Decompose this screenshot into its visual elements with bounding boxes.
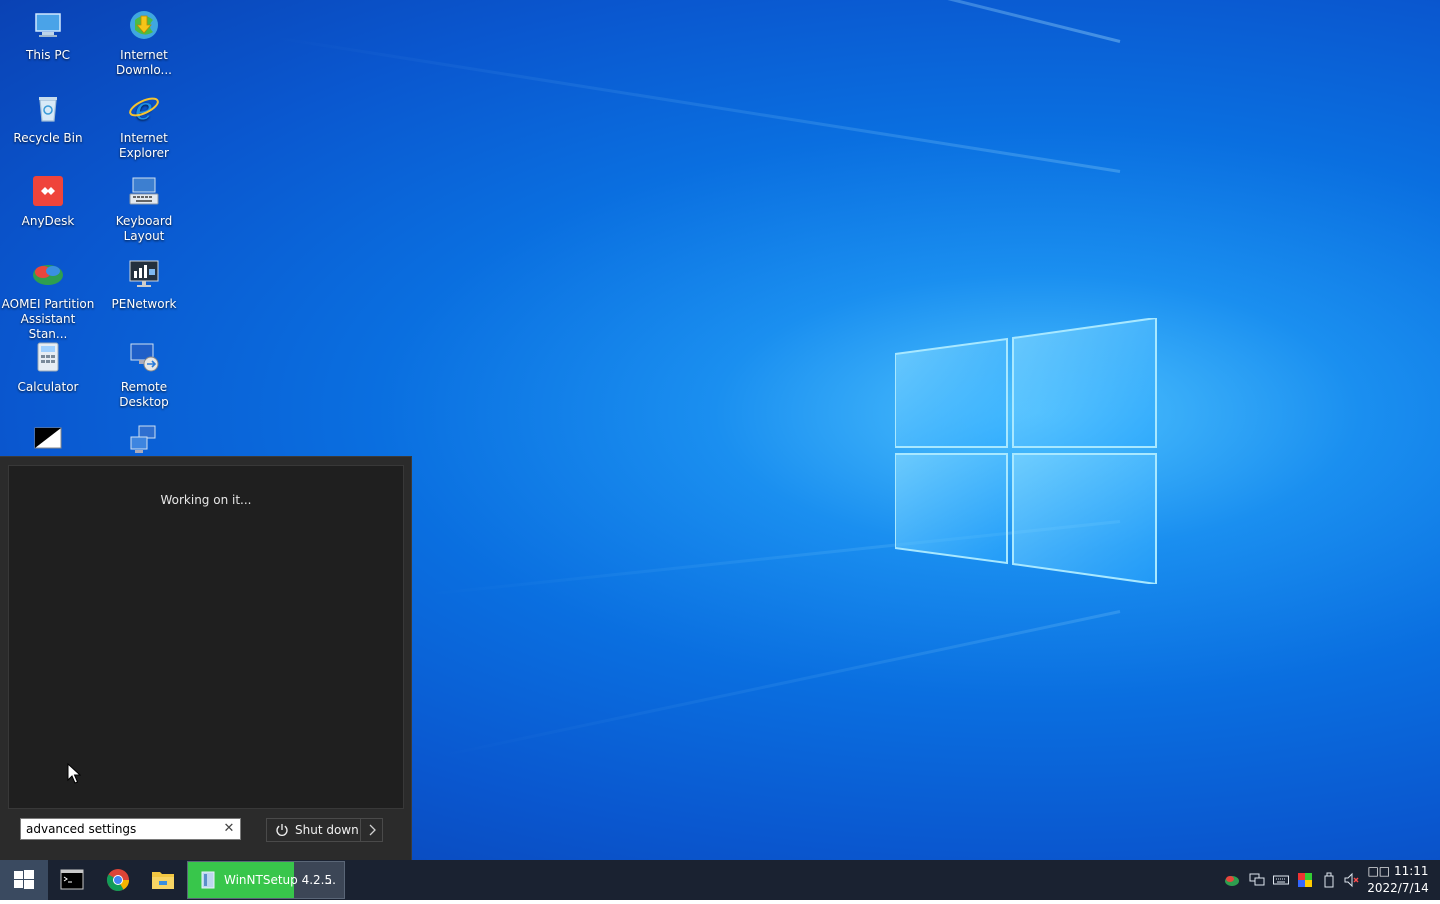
svg-text:e: e xyxy=(135,92,153,125)
taskbar-chrome[interactable] xyxy=(96,860,140,900)
penetwork-icon xyxy=(129,260,159,287)
desktop-icon-keyboard-layout[interactable]: Keyboard Layout xyxy=(96,170,192,244)
clear-search-icon[interactable]: ✕ xyxy=(222,821,236,837)
windows-start-icon xyxy=(14,870,34,889)
desktop-icon-calculator[interactable]: Calculator xyxy=(0,336,96,395)
desktop-icon-label: Remote Desktop xyxy=(119,380,169,409)
shutdown-label: Shut down xyxy=(295,823,359,837)
chrome-icon xyxy=(107,869,129,891)
command-prompt-icon xyxy=(60,869,84,890)
search-results-panel: Working on it... xyxy=(8,465,404,809)
keyboard-layout-icon xyxy=(129,177,159,205)
start-menu: Working on it... ✕ Shut down xyxy=(0,456,412,861)
desktop-icon-label: Internet Explorer xyxy=(119,131,169,160)
clock-time: □□ 11:11 xyxy=(1367,864,1429,878)
winntsetup-icon xyxy=(201,871,215,889)
light-ray xyxy=(270,35,1121,173)
desktop-icon-label: Internet Downlo... xyxy=(116,48,172,77)
taskbar-winntsetup[interactable]: WinNTSetup 4.2.5 ... xyxy=(187,861,345,899)
taskbar-command-prompt[interactable] xyxy=(50,860,94,900)
anydesk-icon xyxy=(33,176,63,206)
aomei-partition-icon xyxy=(33,265,63,285)
windows-logo-wallpaper-icon xyxy=(895,318,1157,584)
chevron-right-icon xyxy=(369,824,376,836)
tray-color-icon[interactable] xyxy=(1297,872,1313,888)
calculator-icon xyxy=(37,342,59,372)
internet-download-manager-icon xyxy=(130,11,158,39)
light-ray xyxy=(434,610,1121,759)
shutdown-button[interactable]: Shut down xyxy=(267,819,360,841)
desktop-icon-penetwork[interactable]: PENetwork xyxy=(96,253,192,312)
desktop-icon-recycle-bin[interactable]: Recycle Bin xyxy=(0,87,96,146)
start-button[interactable] xyxy=(0,860,48,900)
desktop-icon-internet-explorer[interactable]: e Internet Explorer xyxy=(96,87,192,161)
tray-usb-icon[interactable] xyxy=(1321,872,1337,888)
desktop-icon-anydesk[interactable]: AnyDesk xyxy=(0,170,96,229)
power-icon xyxy=(276,824,288,836)
search-status-text: Working on it... xyxy=(160,493,252,507)
tray-volume-muted-icon[interactable] xyxy=(1344,872,1360,888)
desktop-icon-label: Recycle Bin xyxy=(13,131,83,145)
folder-icon xyxy=(152,872,174,889)
task-more: ... xyxy=(324,873,336,887)
shutdown-options-button[interactable] xyxy=(360,819,383,841)
tray-globe-icon[interactable] xyxy=(1224,872,1240,888)
light-ray xyxy=(246,0,1121,43)
recycle-bin-icon xyxy=(39,97,57,122)
desktop-icon-aomei[interactable]: AOMEI Partition Assistant Stan... xyxy=(0,253,96,342)
search-input[interactable] xyxy=(26,821,216,837)
desktop-icon-label: PENetwork xyxy=(111,297,177,311)
internet-explorer-icon: e xyxy=(129,92,159,127)
tray-keyboard-icon[interactable] xyxy=(1273,872,1289,888)
start-search-box[interactable]: ✕ xyxy=(20,818,241,840)
tray-network-icon[interactable] xyxy=(1249,872,1265,888)
remote-desktop-icon xyxy=(130,343,159,372)
taskbar: WinNTSetup 4.2.5 ... □□ 11:11 2022/7/14 xyxy=(0,860,1440,900)
desktop-icon-label: This PC xyxy=(26,48,70,62)
taskbar-file-explorer[interactable] xyxy=(141,860,185,900)
task-label: WinNTSetup 4.2.5 xyxy=(224,873,333,887)
mouse-cursor-icon xyxy=(67,763,81,784)
system-clock[interactable]: □□ 11:11 2022/7/14 xyxy=(1366,863,1430,897)
shutdown-button-group: Shut down xyxy=(266,818,383,842)
desktop-icon-this-pc[interactable]: This PC xyxy=(0,4,96,63)
network-computers-icon xyxy=(130,425,156,453)
clock-date: 2022/7/14 xyxy=(1367,881,1429,895)
desktop-icon-label: Calculator xyxy=(17,380,79,394)
desktop-icon-remote-desktop[interactable]: Remote Desktop xyxy=(96,336,192,410)
this-pc-icon xyxy=(35,13,61,37)
desktop-icon-internet-download-manager[interactable]: Internet Downlo... xyxy=(96,4,192,78)
command-prompt-icon xyxy=(34,427,62,449)
desktop-icon-label: Keyboard Layout xyxy=(115,214,173,243)
desktop-icon-label: AnyDesk xyxy=(21,214,75,228)
